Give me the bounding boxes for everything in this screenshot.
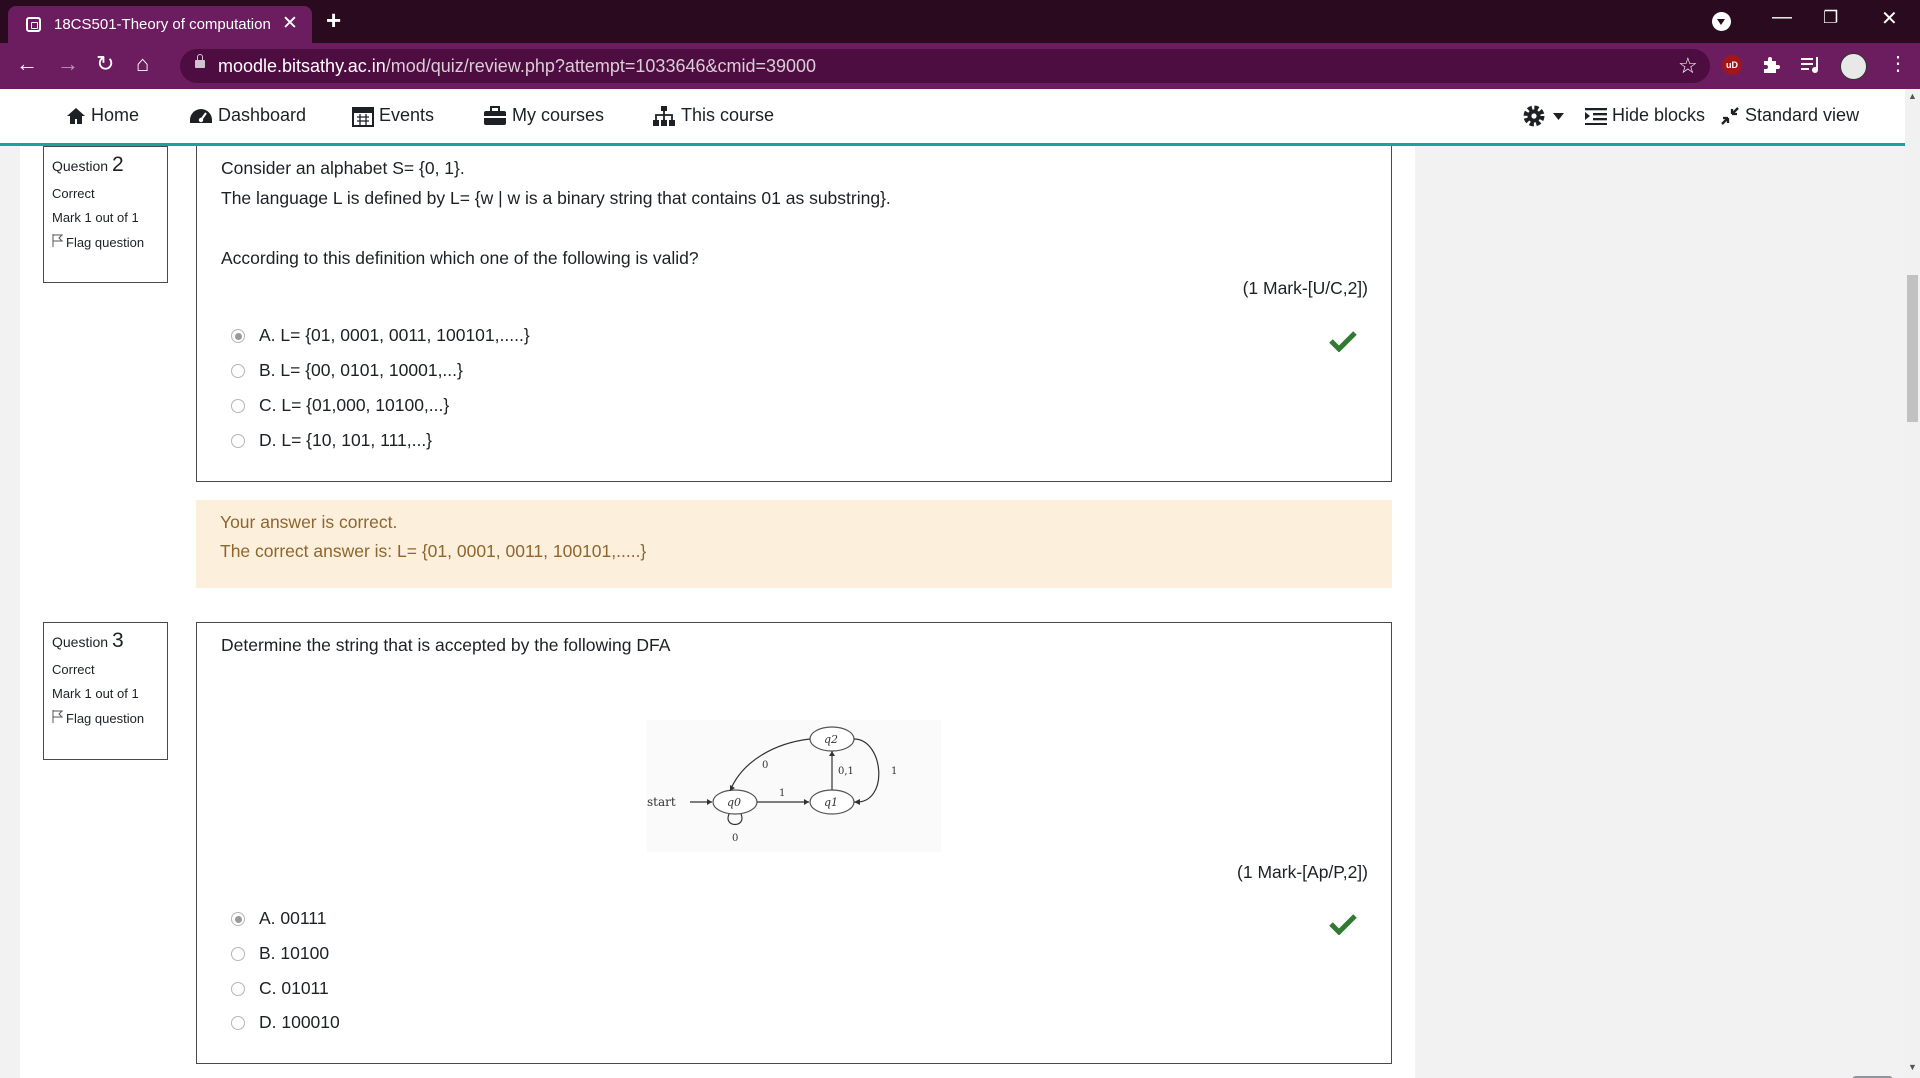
moodle-navbar: Home Dashboard Events My courses This co… [0, 89, 1905, 146]
question-text-line: According to this definition which one o… [221, 248, 699, 268]
bookmark-star-icon[interactable]: ☆ [1678, 53, 1698, 79]
home-browser-icon[interactable]: ⌂ [136, 51, 149, 77]
ublock-extension-icon[interactable]: uD [1722, 55, 1742, 75]
question-feedback-2: Your answer is correct. The correct answ… [196, 500, 1392, 588]
dashboard-gauge-icon [190, 109, 212, 124]
flag-icon [52, 234, 64, 247]
radio-button[interactable] [231, 982, 245, 996]
back-icon[interactable]: ← [16, 51, 38, 77]
question-grade: Mark 1 out of 1 [52, 210, 139, 225]
feedback-text: Your answer is correct. [220, 512, 398, 532]
svg-text:0,1: 0,1 [838, 766, 854, 777]
radio-button[interactable] [231, 1016, 245, 1030]
settings-menu[interactable] [1522, 102, 1564, 135]
svg-text:0: 0 [762, 760, 768, 771]
browser-tab[interactable]: 18CS501-Theory of computation ✕ [8, 6, 312, 43]
radio-button[interactable] [231, 399, 245, 413]
flag-question-link[interactable]: Flag question [52, 710, 159, 727]
outdent-list-icon [1585, 108, 1607, 126]
answer-option[interactable]: B. L= {00, 0101, 10001,...} [231, 360, 463, 381]
svg-text:1: 1 [891, 766, 897, 777]
answer-option[interactable]: A. L= {01, 0001, 0011, 100101,.....} [231, 325, 530, 346]
address-bar[interactable]: moodle.bitsathy.ac.in/mod/quiz/review.ph… [180, 49, 1710, 83]
question-text-line: Consider an alphabet S= {0, 1}. [221, 158, 465, 178]
question-info-2: Question 2 Correct Mark 1 out of 1 Flag … [43, 146, 168, 283]
scrollbar-thumb[interactable] [1907, 275, 1918, 422]
briefcase-icon [484, 106, 506, 126]
dfa-start-label: start [647, 795, 676, 809]
new-tab-icon[interactable]: + [326, 5, 341, 36]
nav-events[interactable]: Events [352, 105, 434, 128]
svg-text:q1: q1 [824, 796, 838, 809]
reload-icon[interactable]: ↻ [96, 51, 114, 77]
caret-down-icon [1553, 113, 1564, 120]
svg-text:1: 1 [779, 788, 785, 799]
page-scrollbar[interactable]: ▲ ▼ [1905, 89, 1920, 1078]
question-marks: (1 Mark-[U/C,2]) [1242, 278, 1368, 298]
question-box-2: Consider an alphabet S= {0, 1}. The lang… [196, 146, 1392, 482]
question-box-3: Determine the string that is accepted by… [196, 622, 1392, 1064]
tab-title: 18CS501-Theory of computation [54, 16, 271, 33]
lock-icon [195, 54, 205, 68]
scroll-up-arrow-icon[interactable]: ▲ [1908, 91, 1917, 101]
flag-icon [52, 710, 64, 723]
restore-icon[interactable]: ❐ [1823, 8, 1838, 28]
extensions-puzzle-icon[interactable] [1761, 55, 1781, 75]
url-text[interactable]: moodle.bitsathy.ac.in/mod/quiz/review.ph… [218, 56, 816, 77]
answer-option[interactable]: D. L= {10, 101, 111,...} [231, 430, 432, 451]
profile-avatar[interactable] [1840, 53, 1867, 80]
nav-dashboard[interactable]: Dashboard [189, 105, 306, 126]
calendar-icon [352, 107, 374, 128]
standard-view-button[interactable]: Standard view [1720, 105, 1859, 126]
question-marks: (1 Mark-[Ap/P,2]) [1237, 862, 1368, 882]
radio-button[interactable] [231, 434, 245, 448]
question-state: Correct [52, 662, 95, 677]
question-text-line: Determine the string that is accepted by… [221, 635, 671, 655]
answer-option[interactable]: B. 10100 [231, 943, 329, 964]
scroll-down-arrow-icon[interactable]: ▼ [1908, 1062, 1917, 1072]
minimize-icon[interactable]: — [1772, 6, 1792, 29]
tab-close-icon[interactable]: ✕ [282, 12, 298, 35]
tab-search-icon[interactable] [1712, 12, 1731, 31]
question-info-3: Question 3 Correct Mark 1 out of 1 Flag … [43, 622, 168, 760]
gear-icon [1523, 105, 1545, 127]
media-control-icon[interactable] [1800, 55, 1822, 75]
chrome-menu-icon[interactable]: ⋮ [1888, 51, 1908, 76]
quiz-review-region: Question 2 Correct Mark 1 out of 1 Flag … [20, 146, 1415, 1078]
flag-question-link[interactable]: Flag question [52, 234, 159, 251]
forward-icon[interactable]: → [57, 51, 79, 77]
question-grade: Mark 1 out of 1 [52, 686, 139, 701]
nav-this-course[interactable]: This course [652, 105, 774, 127]
hide-blocks-button[interactable]: Hide blocks [1585, 105, 1705, 126]
svg-text:0: 0 [732, 833, 738, 844]
question-text-line: The language L is defined by L= {w | w i… [221, 188, 891, 208]
radio-button[interactable] [231, 364, 245, 378]
nav-home[interactable]: Home [66, 105, 139, 126]
nav-my-courses[interactable]: My courses [483, 105, 604, 126]
radio-button[interactable] [231, 947, 245, 961]
answer-option[interactable]: D. 100010 [231, 1012, 340, 1033]
page-content: Question 2 Correct Mark 1 out of 1 Flag … [0, 146, 1905, 1078]
answer-option[interactable]: A. 00111 [231, 908, 326, 929]
moodle-favicon-icon [26, 17, 41, 32]
radio-button[interactable] [231, 912, 245, 926]
dfa-diagram: start q0 0 1 q1 q2 0,1 0 1 [647, 720, 941, 852]
question-number: Question 2 [52, 153, 124, 176]
browser-toolbar: ← → ↻ ⌂ moodle.bitsathy.ac.in/mod/quiz/r… [0, 43, 1920, 89]
question-state: Correct [52, 186, 95, 201]
close-window-icon[interactable]: ✕ [1881, 6, 1898, 31]
home-icon [67, 108, 85, 125]
browser-tab-strip: 18CS501-Theory of computation ✕ + — ❐ ✕ [0, 0, 1920, 43]
answer-option[interactable]: C. 01011 [231, 978, 329, 999]
correct-check-icon [1329, 331, 1357, 352]
sitemap-icon [653, 106, 675, 127]
compress-arrows-icon [1721, 107, 1739, 126]
answer-option[interactable]: C. L= {01,000, 10100,...} [231, 395, 449, 416]
correct-answer-text: The correct answer is: L= {01, 0001, 001… [220, 541, 647, 561]
svg-text:q0: q0 [727, 796, 741, 809]
correct-check-icon [1329, 914, 1357, 935]
question-number: Question 3 [52, 629, 124, 652]
radio-button[interactable] [231, 329, 245, 343]
svg-text:q2: q2 [824, 733, 838, 746]
